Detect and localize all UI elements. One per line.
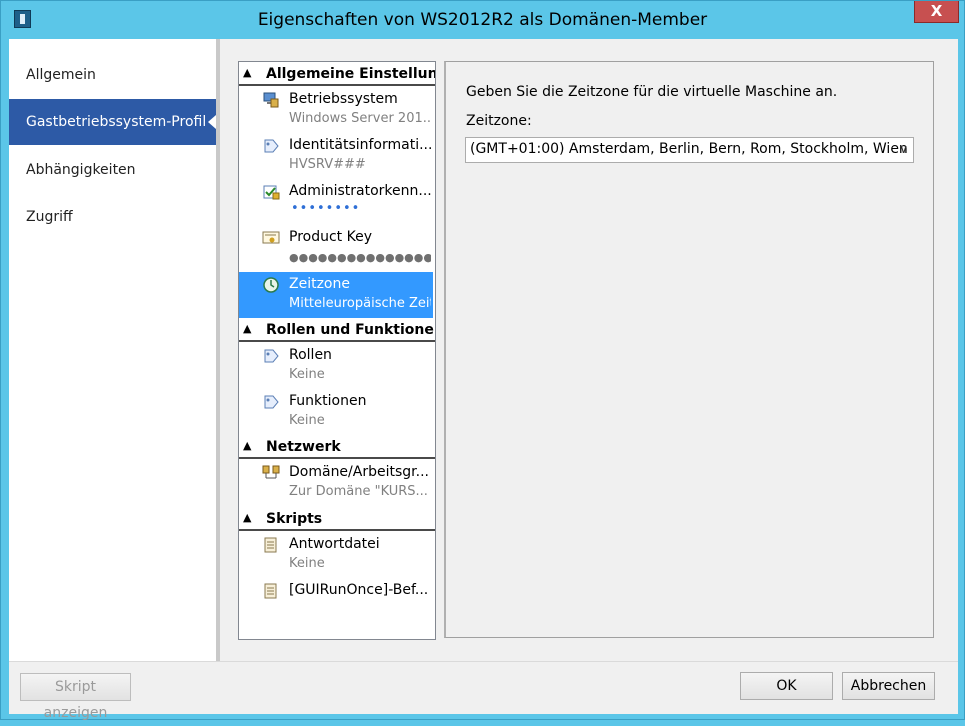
id-tag-icon (264, 139, 279, 153)
dialog-client-area: Allgemein Gastbetriebssystem-Profil Abhä… (9, 39, 958, 721)
feature-tag-icon (264, 395, 279, 409)
list-item-administratorkennwort[interactable]: Administratorkenn... •••••••• (239, 179, 433, 225)
item-title: Identitätsinformati... (289, 137, 431, 153)
item-title: Betriebssystem (289, 91, 398, 107)
timezone-selected-value: (GMT+01:00) Amsterdam, Berlin, Bern, Rom… (470, 141, 908, 157)
group-header-general[interactable]: ▲ Allgemeine Einstellunge (239, 64, 435, 86)
group-header-rollen-funktionen[interactable]: ▲ Rollen und Funktionen (239, 320, 435, 342)
timezone-dropdown[interactable]: (GMT+01:00) Amsterdam, Berlin, Bern, Rom… (465, 137, 914, 163)
ok-button[interactable]: OK (740, 672, 833, 700)
group-header-skripts[interactable]: ▲ Skripts (239, 509, 435, 531)
item-subtitle: HVSRV### (289, 157, 366, 172)
list-item-guirunonce[interactable]: [GUIRunOnce]-Bef... (239, 578, 433, 624)
masked-product-key: ●●●●●●●●●●●●●●●... (289, 251, 431, 264)
settings-list[interactable]: ▲ Allgemeine Einstellunge Betriebssystem… (238, 61, 436, 640)
masked-password: •••••••• (291, 201, 361, 216)
item-subtitle: Keine (289, 413, 325, 428)
role-tag-icon (264, 349, 279, 363)
network-computers-icon (262, 465, 280, 479)
title-bar: Eigenschaften von WS2012R2 als Domänen-M… (1, 1, 964, 39)
item-title: Zeitzone (289, 276, 350, 292)
certificate-icon (262, 231, 280, 244)
nav-item-allgemein[interactable]: Allgemein (9, 52, 216, 98)
group-header-netzwerk[interactable]: ▲ Netzwerk (239, 437, 435, 459)
item-subtitle: Keine (289, 367, 325, 382)
clock-icon (263, 277, 279, 293)
list-item-zeitzone[interactable]: Zeitzone Mitteleuropäische Zeit (239, 272, 433, 318)
button-bar: Skript anzeigen OK Abbrechen (9, 661, 958, 721)
nav-item-gastbetriebssystem-profil[interactable]: Gastbetriebssystem-Profil (9, 99, 216, 145)
left-navigation: Allgemein Gastbetriebssystem-Profil Abhä… (9, 39, 217, 661)
profile-content: ▲ Allgemeine Einstellunge Betriebssystem… (220, 39, 958, 661)
collapse-chevron-icon[interactable]: ▲ (243, 66, 255, 80)
list-item-antwortdatei[interactable]: Antwortdatei Keine (239, 532, 433, 578)
item-title: Product Key (289, 229, 372, 245)
item-subtitle: Windows Server 201... (289, 111, 431, 126)
list-item-product-key[interactable]: Product Key ●●●●●●●●●●●●●●●... (239, 225, 433, 271)
properties-dialog: Eigenschaften von WS2012R2 als Domänen-M… (0, 0, 965, 721)
admin-password-icon (263, 185, 280, 200)
collapse-chevron-icon[interactable]: ▲ (243, 439, 255, 453)
collapse-chevron-icon[interactable]: ▲ (243, 322, 255, 336)
item-title: Domäne/Arbeitsgr... (289, 464, 429, 480)
cancel-button[interactable]: Abbrechen (842, 672, 935, 700)
item-subtitle: Zur Domäne "KURS... (289, 484, 428, 499)
script-icon (264, 537, 277, 553)
item-subtitle: Keine (289, 556, 325, 571)
chevron-down-icon[interactable]: ∨ (899, 142, 908, 156)
timezone-description: Geben Sie die Zeitzone für die virtuelle… (466, 84, 838, 100)
item-title: Funktionen (289, 393, 367, 409)
show-script-button[interactable]: Skript anzeigen (20, 673, 131, 721)
item-title: [GUIRunOnce]-Bef... (289, 582, 429, 598)
window-title: Eigenschaften von WS2012R2 als Domänen-M… (257, 10, 708, 30)
nav-item-zugriff[interactable]: Zugriff (9, 194, 216, 240)
timezone-label: Zeitzone: (466, 113, 532, 129)
detail-panel: Geben Sie die Zeitzone für die virtuelle… (444, 61, 934, 638)
list-item-identitaetsinformationen[interactable]: Identitätsinformati... HVSRV### (239, 133, 433, 179)
list-item-betriebssystem[interactable]: Betriebssystem Windows Server 201... (239, 87, 433, 133)
nav-item-abhaengigkeiten[interactable]: Abhängigkeiten (9, 147, 216, 193)
item-title: Administratorkenn... (289, 183, 431, 199)
list-item-rollen[interactable]: Rollen Keine (239, 343, 433, 389)
collapse-chevron-icon[interactable]: ▲ (243, 511, 255, 525)
item-subtitle: Mitteleuropäische Zeit (289, 296, 431, 311)
list-item-funktionen[interactable]: Funktionen Keine (239, 389, 433, 435)
list-item-domaene-arbeitsgruppe[interactable]: Domäne/Arbeitsgr... Zur Domäne "KURS... (239, 460, 433, 506)
item-title: Rollen (289, 347, 332, 363)
close-button[interactable]: X (914, 1, 959, 23)
computer-icon (263, 92, 279, 108)
item-title: Antwortdatei (289, 536, 380, 552)
script-icon (264, 583, 277, 599)
